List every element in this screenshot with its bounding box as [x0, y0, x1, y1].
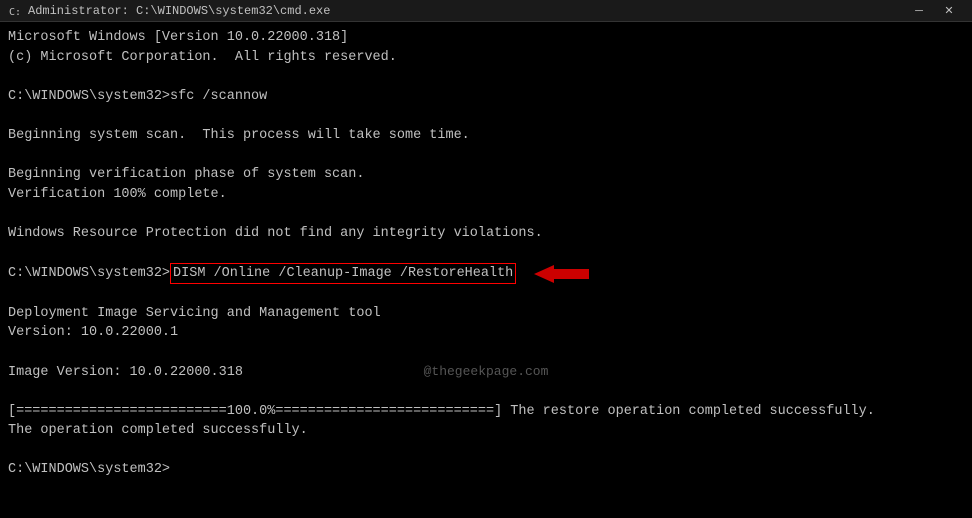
arrow-indicator [524, 265, 589, 283]
image-version-text: Image Version: 10.0.22000.318 [8, 365, 243, 380]
title-bar-controls: ─ ✕ [904, 0, 964, 22]
title-bar-text: Administrator: C:\WINDOWS\system32\cmd.e… [28, 4, 904, 18]
version-num-line: Version: 10.0.22000.1 [8, 323, 964, 343]
progress-line: [==========================100.0%=======… [8, 402, 964, 422]
no-violations-line: Windows Resource Protection did not find… [8, 224, 964, 244]
blank-2 [8, 106, 964, 126]
deployment-tool-line: Deployment Image Servicing and Managemen… [8, 304, 964, 324]
svg-text:C:: C: [9, 7, 21, 18]
blank-8 [8, 382, 964, 402]
blank-1 [8, 67, 964, 87]
blank-9 [8, 441, 964, 461]
blank-3 [8, 145, 964, 165]
copyright-line: (c) Microsoft Corporation. All rights re… [8, 48, 964, 68]
minimize-button[interactable]: ─ [904, 0, 934, 22]
title-bar: C: Administrator: C:\WINDOWS\system32\cm… [0, 0, 972, 22]
final-prompt-line: C:\WINDOWS\system32> [8, 460, 964, 480]
verif-line: Beginning verification phase of system s… [8, 165, 964, 185]
version-line: Microsoft Windows [Version 10.0.22000.31… [8, 28, 964, 48]
close-button[interactable]: ✕ [934, 0, 964, 22]
blank-6 [8, 284, 964, 304]
dism-prompt-prefix: C:\WINDOWS\system32> [8, 264, 170, 284]
cmd-icon: C: [8, 4, 22, 18]
blank-4 [8, 204, 964, 224]
op-complete-line: The operation completed successfully. [8, 421, 964, 441]
verif-complete-line: Verification 100% complete. [8, 185, 964, 205]
dism-command-highlighted: DISM /Online /Cleanup-Image /RestoreHeal… [170, 263, 516, 285]
terminal-body: Microsoft Windows [Version 10.0.22000.31… [0, 22, 972, 518]
blank-7 [8, 343, 964, 363]
scan-line: Beginning system scan. This process will… [8, 126, 964, 146]
watermark-text: @thegeekpage.com [424, 363, 549, 382]
image-version-row: Image Version: 10.0.22000.318 @thegeekpa… [8, 363, 964, 383]
blank-5 [8, 243, 964, 263]
dism-prompt-line: C:\WINDOWS\system32>DISM /Online /Cleanu… [8, 263, 964, 285]
sfc-line: C:\WINDOWS\system32>sfc /scannow [8, 87, 964, 107]
